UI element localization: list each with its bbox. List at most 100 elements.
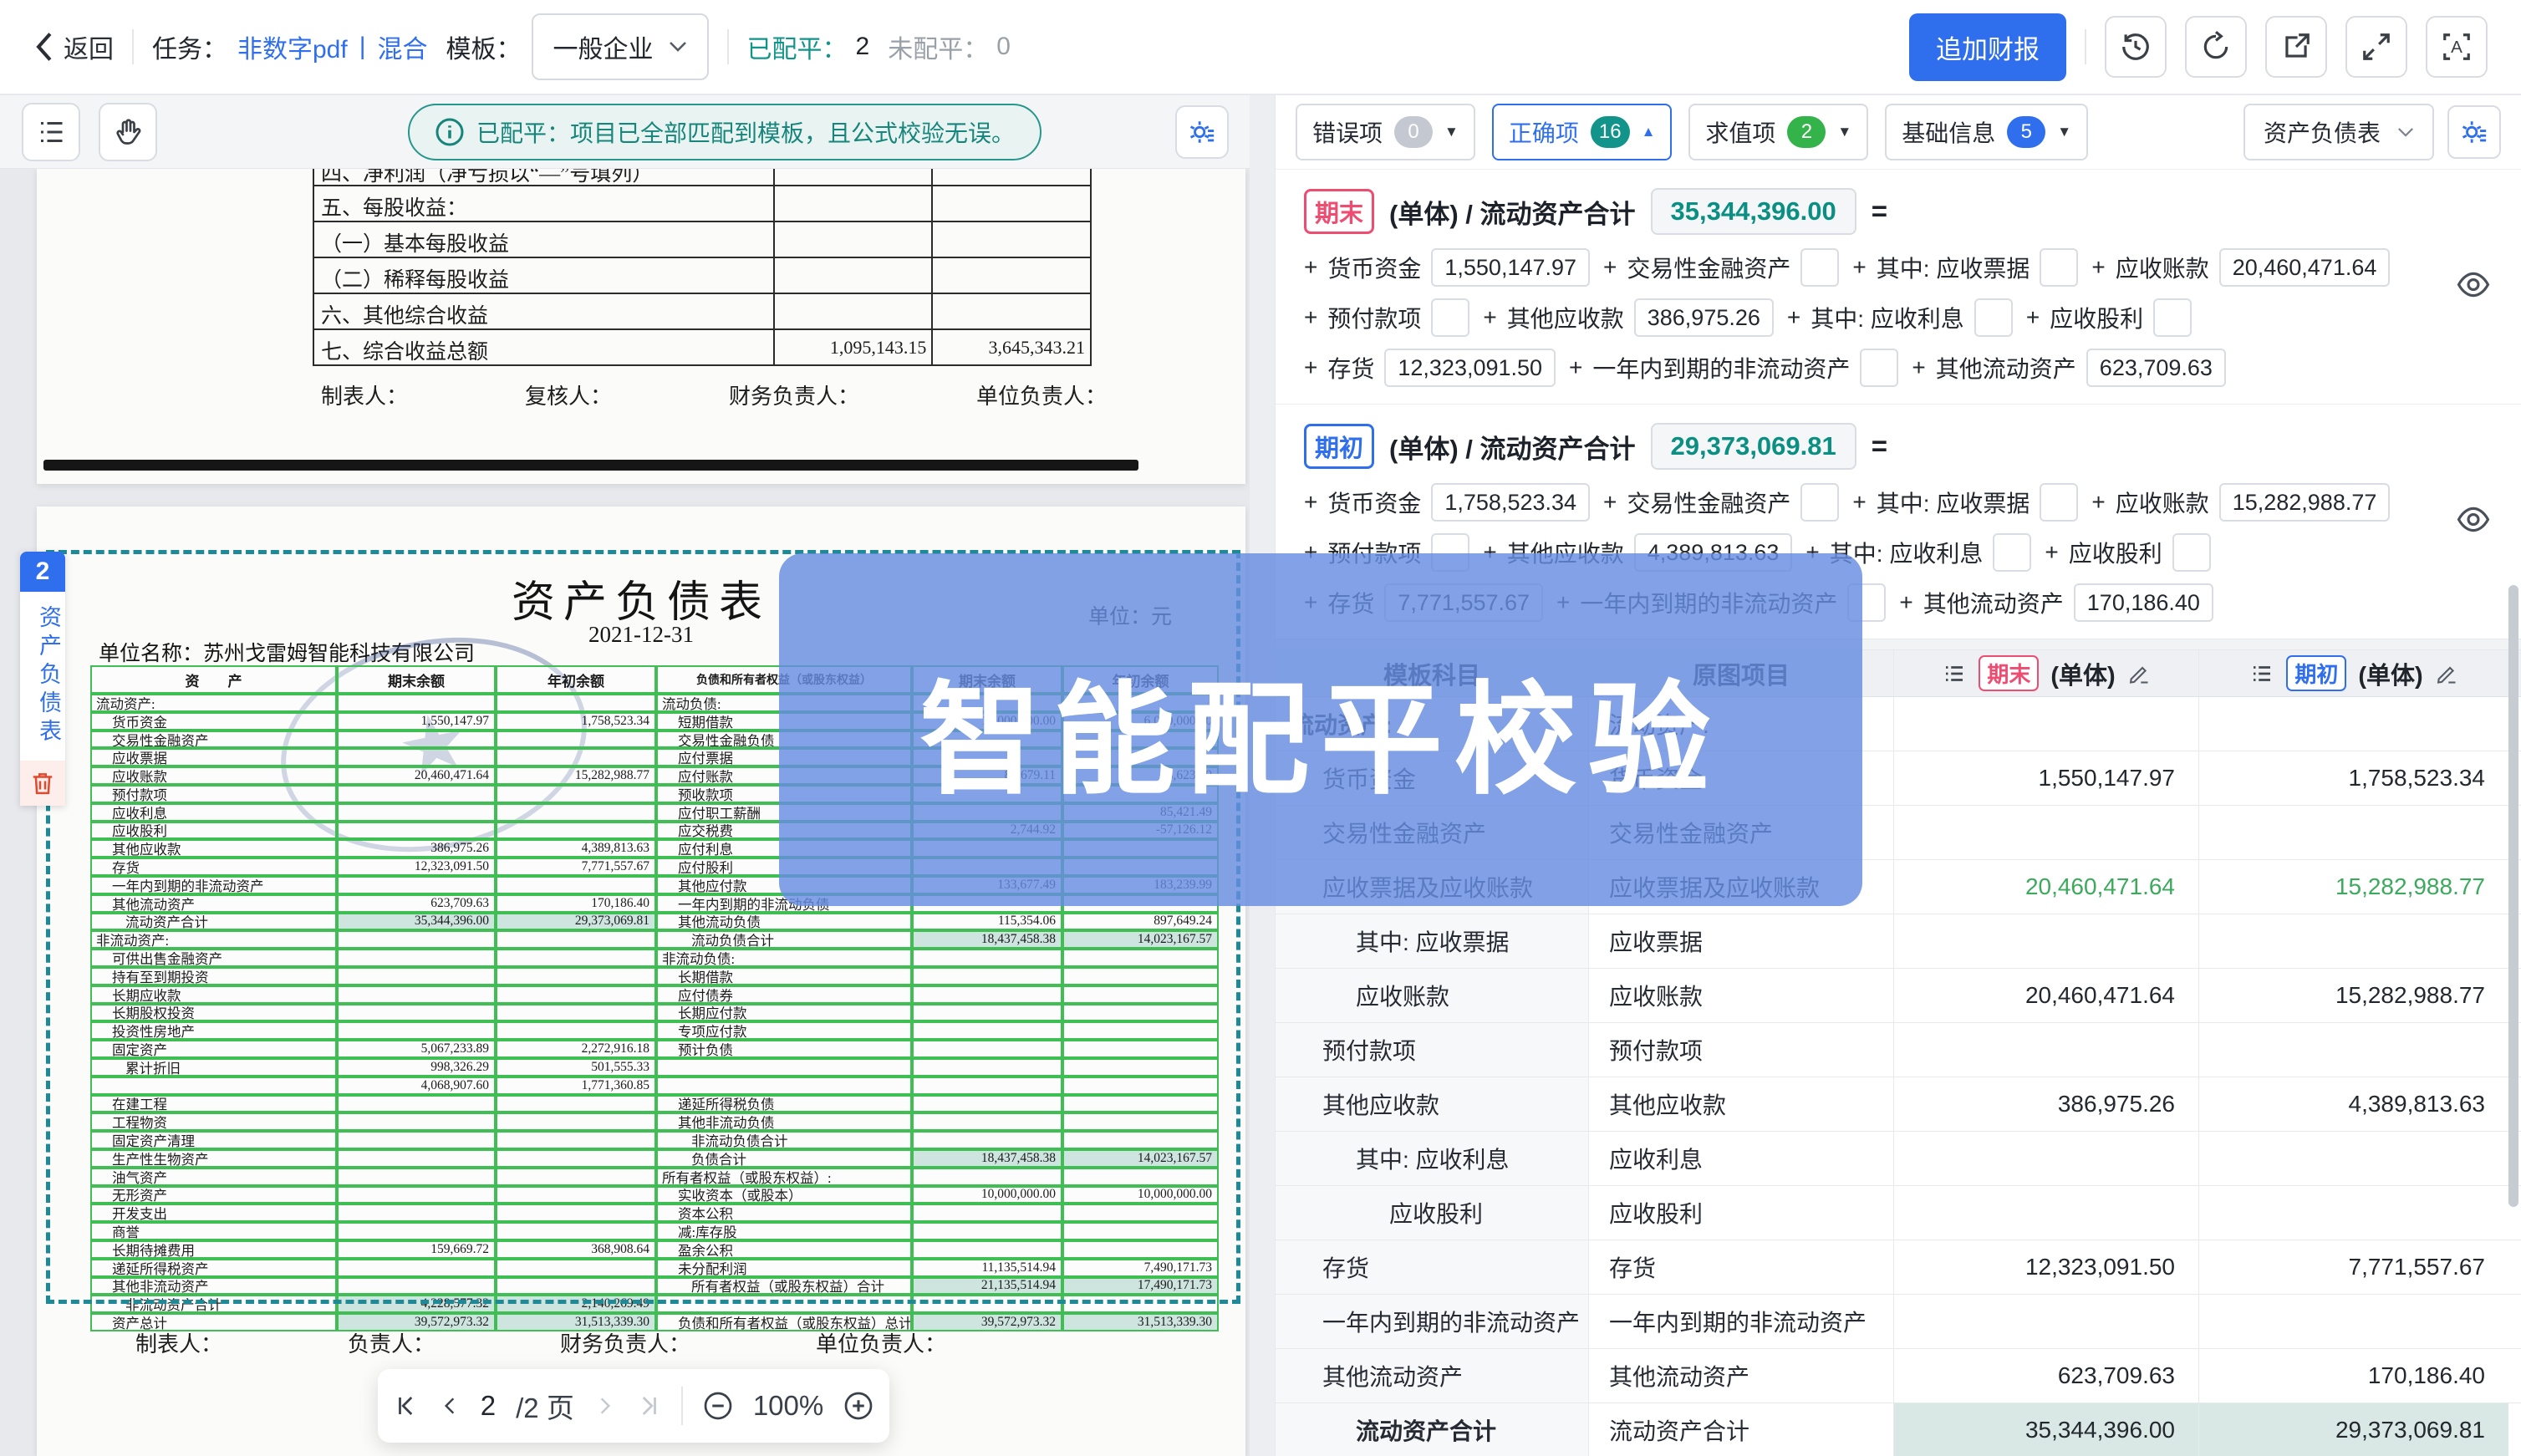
term-value-box[interactable] <box>1974 298 2013 337</box>
period-begin-value-cell[interactable]: 15,282,988.77 <box>2199 969 2508 1022</box>
term-value-box[interactable] <box>1800 483 1839 522</box>
outline-button[interactable] <box>22 103 80 161</box>
term-value-box[interactable]: 170,186.40 <box>2074 583 2213 622</box>
period-begin-value-cell[interactable] <box>2199 1023 2508 1077</box>
term-value-box[interactable]: 386,975.26 <box>1634 298 1774 337</box>
period-begin-value-cell[interactable] <box>2199 914 2508 968</box>
doc-begin-value <box>1062 1040 1219 1058</box>
period-begin-value-cell[interactable]: 15,282,988.77 <box>2199 860 2508 914</box>
doc-row-label <box>90 1077 337 1095</box>
doc-row-label <box>656 1295 912 1313</box>
term-value-box[interactable] <box>1993 533 2031 572</box>
period-begin-value-cell[interactable] <box>2199 1295 2508 1348</box>
edit-icon[interactable] <box>2127 662 2151 685</box>
text-recognition-button[interactable]: A <box>2426 16 2488 78</box>
term-value-box[interactable] <box>2172 533 2211 572</box>
add-report-button[interactable]: 追加财报 <box>1909 13 2066 81</box>
table-row[interactable]: 一年内到期的非流动资产一年内到期的非流动资产 <box>1276 1295 2521 1349</box>
table-row[interactable]: 应收账款应收账款20,460,471.6415,282,988.77 <box>1276 969 2521 1023</box>
period-end-value-cell[interactable]: 20,460,471.64 <box>1894 860 2199 914</box>
period-begin-value-cell[interactable]: 1,758,523.34 <box>2199 751 2508 805</box>
period-end-value-cell[interactable]: 35,344,396.00 <box>1894 1403 2199 1456</box>
term-value-box[interactable] <box>1860 349 1898 387</box>
period-end-value-cell[interactable] <box>1894 1132 2199 1185</box>
doc-begin-value <box>496 1021 656 1040</box>
table-row[interactable]: 预付款项预付款项 <box>1276 1023 2521 1077</box>
period-begin-value-cell[interactable] <box>2199 1186 2508 1240</box>
filter-button-错误项[interactable]: 错误项0▼ <box>1296 104 1475 160</box>
column-list-icon[interactable] <box>2249 661 2274 686</box>
history-button[interactable] <box>2105 16 2167 78</box>
period-end-value-cell[interactable]: 1,550,147.97 <box>1894 751 2199 805</box>
table-row[interactable]: 应收股利应收股利 <box>1276 1186 2521 1240</box>
filter-button-正确项[interactable]: 正确项16▲ <box>1492 104 1673 160</box>
period-begin-value-cell[interactable] <box>2199 1132 2508 1185</box>
prev-page-icon[interactable] <box>439 1393 461 1418</box>
table-row[interactable]: 流动资产合计流动资产合计35,344,396.0029,373,069.81 <box>1276 1403 2521 1456</box>
period-end-value-cell[interactable] <box>1894 1295 2199 1348</box>
toggle-formula-visibility-button[interactable] <box>2456 267 2491 307</box>
period-begin-value-cell[interactable]: 29,373,069.81 <box>2199 1403 2508 1456</box>
period-begin-value-cell[interactable]: 170,186.40 <box>2199 1349 2508 1403</box>
period-begin-value-cell[interactable] <box>2199 806 2508 859</box>
table-row[interactable]: 其中: 应收利息应收利息 <box>1276 1132 2521 1186</box>
refresh-button[interactable] <box>2185 16 2247 78</box>
term-value-box[interactable] <box>2040 248 2078 287</box>
period-end-value-cell[interactable] <box>1894 806 2199 859</box>
last-page-icon[interactable] <box>636 1393 661 1418</box>
delete-sheet-button[interactable] <box>20 761 65 806</box>
fullscreen-button[interactable] <box>2345 16 2407 78</box>
first-page-icon[interactable] <box>394 1393 419 1418</box>
period-end-value-cell[interactable] <box>1894 697 2199 751</box>
sheet-select[interactable]: 资产负债表 <box>2243 104 2434 160</box>
plus-sign: + <box>1603 489 1617 516</box>
edit-icon[interactable] <box>2435 662 2458 685</box>
doc-row-label: （二）稀释每股收益 <box>314 258 773 293</box>
term-value-box[interactable] <box>1800 248 1839 287</box>
template-select[interactable]: 一般企业 <box>532 13 709 80</box>
term-value-box[interactable]: 12,323,091.50 <box>1384 349 1556 387</box>
period-end-value-cell[interactable] <box>1894 1186 2199 1240</box>
filter-button-基础信息[interactable]: 基础信息5▼ <box>1885 104 2088 160</box>
table-row[interactable]: 其他应收款其他应收款386,975.264,389,813.63 <box>1276 1077 2521 1132</box>
period-begin-value-cell[interactable]: 7,771,557.67 <box>2199 1240 2508 1294</box>
term-value-box[interactable] <box>1431 298 1469 337</box>
term-value-box[interactable] <box>2040 483 2078 522</box>
period-end-value-cell[interactable] <box>1894 1023 2199 1077</box>
task-name-link[interactable]: 非数字pdf <box>237 28 348 65</box>
column-list-icon[interactable] <box>1942 661 1967 686</box>
hand-tool-button[interactable] <box>99 103 157 161</box>
term-value-box[interactable] <box>2153 298 2192 337</box>
filter-button-求值项[interactable]: 求值项2▼ <box>1688 104 1868 160</box>
term-value-box[interactable]: 15,282,988.77 <box>2219 483 2391 522</box>
table-row[interactable]: 存货存货12,323,091.507,771,557.67 <box>1276 1240 2521 1295</box>
period-end-value-cell[interactable]: 623,709.63 <box>1894 1349 2199 1403</box>
zoom-out-icon[interactable] <box>703 1391 733 1421</box>
formula-total-value[interactable]: 35,344,396.00 <box>1651 188 1856 235</box>
period-end-value-cell[interactable]: 386,975.26 <box>1894 1077 2199 1131</box>
scrollbar[interactable] <box>2508 585 2518 1207</box>
current-page[interactable]: 2 <box>481 1390 496 1422</box>
table-row[interactable]: 其中: 应收票据应收票据 <box>1276 914 2521 969</box>
panel-settings-button[interactable] <box>2447 105 2501 159</box>
toggle-formula-visibility-button[interactable] <box>2456 502 2491 542</box>
export-button[interactable] <box>2265 16 2327 78</box>
period-end-value-cell[interactable]: 12,323,091.50 <box>1894 1240 2199 1294</box>
term-value-box[interactable]: 623,709.63 <box>2086 349 2226 387</box>
period-end-value-cell[interactable]: 20,460,471.64 <box>1894 969 2199 1022</box>
term-value-box[interactable]: 1,758,523.34 <box>1431 483 1590 522</box>
back-button[interactable]: 返回 <box>33 28 114 65</box>
doc-settings-button[interactable] <box>1175 105 1229 159</box>
task-mode-link[interactable]: 混合 <box>378 28 428 65</box>
period-end-value-cell[interactable] <box>1894 914 2199 968</box>
sheet-side-tab[interactable]: 2 资产负债表 <box>20 552 65 806</box>
zoom-in-icon[interactable] <box>843 1391 873 1421</box>
refresh-icon <box>2200 31 2232 63</box>
period-begin-value-cell[interactable] <box>2199 697 2508 751</box>
table-row[interactable]: 其他流动资产其他流动资产623,709.63170,186.40 <box>1276 1349 2521 1403</box>
next-page-icon[interactable] <box>594 1393 616 1418</box>
term-value-box[interactable]: 1,550,147.97 <box>1431 248 1590 287</box>
term-value-box[interactable]: 20,460,471.64 <box>2219 248 2391 287</box>
formula-total-value[interactable]: 29,373,069.81 <box>1651 423 1856 470</box>
period-begin-value-cell[interactable]: 4,389,813.63 <box>2199 1077 2508 1131</box>
